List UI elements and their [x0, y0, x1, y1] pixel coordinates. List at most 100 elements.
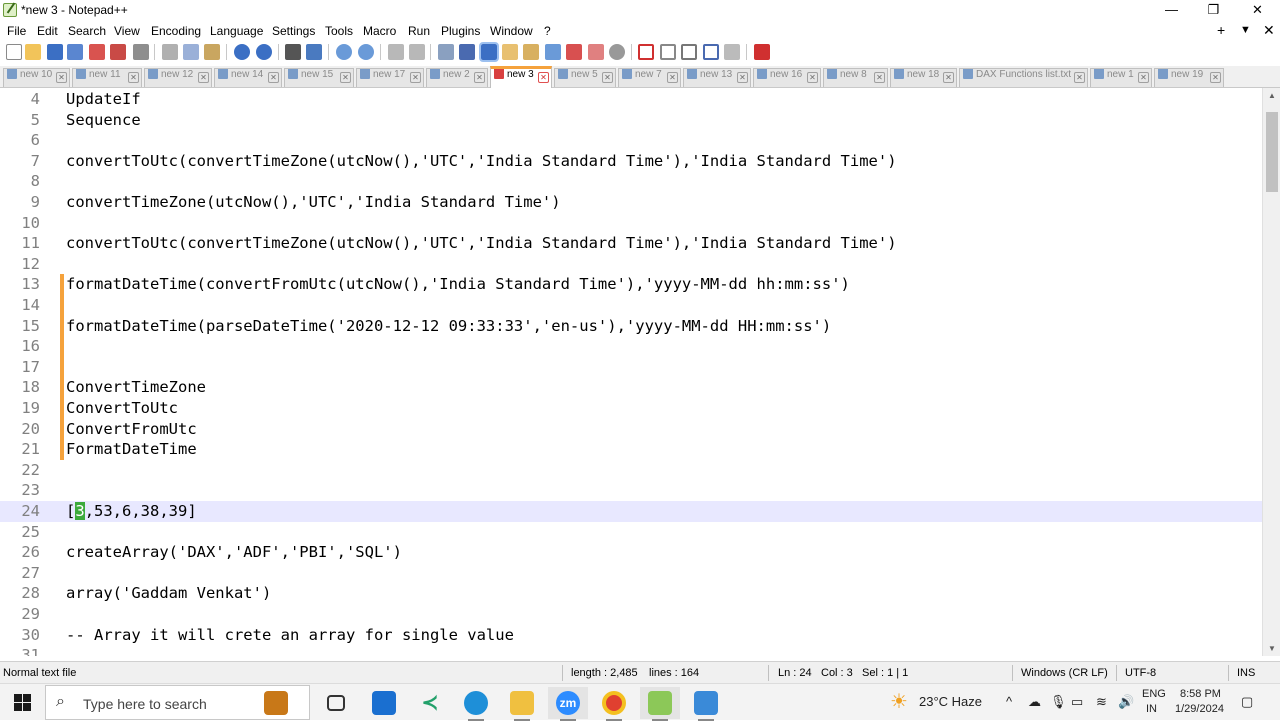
tab-new-2[interactable]: new 2 ✕ — [426, 68, 488, 87]
tab-close-icon[interactable]: ✕ — [538, 72, 549, 83]
cut-icon[interactable] — [162, 44, 178, 60]
line-text[interactable]: ConvertToUtc — [66, 398, 178, 419]
tab-close-icon[interactable]: ✕ — [340, 72, 351, 83]
line-text[interactable]: [3,53,6,38,39] — [66, 501, 197, 522]
editor-line[interactable]: 19 ConvertToUtc — [0, 398, 1262, 419]
tab-new-13[interactable]: new 13 ✕ — [683, 68, 751, 87]
tab-close-icon[interactable]: ✕ — [1210, 72, 1221, 83]
tab-close-icon[interactable]: ✕ — [1074, 72, 1085, 83]
tab-new-15[interactable]: new 15 ✕ — [284, 68, 354, 87]
line-text[interactable]: -- Array it will crete an array for sing… — [66, 625, 514, 646]
microphone-icon[interactable]: 🎙 — [1050, 694, 1067, 710]
tab-new-7[interactable]: new 7 ✕ — [618, 68, 681, 87]
menu-run[interactable]: Run — [408, 24, 430, 38]
line-text[interactable]: FormatDateTime — [66, 439, 197, 460]
menu-settings[interactable]: Settings — [272, 24, 315, 38]
scroll-down-icon[interactable]: ▼ — [1267, 644, 1277, 653]
line-text[interactable]: convertTimeZone(utcNow(),'UTC','India St… — [66, 192, 561, 213]
line-text[interactable]: convertToUtc(convertTimeZone(utcNow(),'U… — [66, 151, 897, 172]
tab-new-12[interactable]: new 12 ✕ — [144, 68, 212, 87]
menu-window[interactable]: Window — [490, 24, 533, 38]
task-view-icon[interactable] — [316, 687, 356, 719]
zoom-in-icon[interactable] — [336, 44, 352, 60]
run-macro-multiple-icon[interactable] — [703, 44, 719, 60]
stop-record-icon[interactable] — [660, 44, 676, 60]
editor-line[interactable]: 14 — [0, 295, 1262, 316]
open-file-icon[interactable] — [25, 44, 41, 60]
line-text[interactable]: UpdateIf — [66, 89, 141, 110]
close-button[interactable]: ✕ — [1236, 0, 1279, 21]
playback-icon[interactable] — [681, 44, 697, 60]
editor-line[interactable]: 26 createArray('DAX','ADF','PBI','SQL') — [0, 542, 1262, 563]
record-macro-icon[interactable] — [638, 44, 654, 60]
editor-line[interactable]: 6 — [0, 130, 1262, 151]
editor-line[interactable]: 25 — [0, 522, 1262, 543]
file-explorer-icon[interactable] — [502, 687, 542, 721]
start-button[interactable] — [14, 694, 31, 711]
sync-horizontal-icon[interactable] — [409, 44, 425, 60]
editor-line[interactable]: 10 — [0, 213, 1262, 234]
onedrive-icon[interactable]: ☁ — [1028, 694, 1041, 710]
editor-line[interactable]: 13 formatDateTime(convertFromUtc(utcNow()… — [0, 274, 1262, 295]
text-editor[interactable]: 4 UpdateIf 5 Sequence 6 7 convertToUtc(convert… — [0, 88, 1262, 656]
paste-icon[interactable] — [204, 44, 220, 60]
scroll-thumb[interactable] — [1266, 112, 1278, 192]
menu-file[interactable]: File — [7, 24, 26, 38]
menu-view[interactable]: View — [114, 24, 140, 38]
line-text[interactable]: createArray('DAX','ADF','PBI','SQL') — [66, 542, 402, 563]
tab-close-icon[interactable]: ✕ — [667, 72, 678, 83]
line-text[interactable]: Sequence — [66, 110, 141, 131]
restore-button[interactable]: ❐ — [1192, 0, 1235, 21]
find-icon[interactable] — [285, 44, 301, 60]
menu-help[interactable]: ? — [544, 24, 551, 38]
close-icon[interactable] — [89, 44, 105, 60]
weather-text[interactable]: 23°C Haze — [919, 694, 982, 709]
tab-new-17[interactable]: new 17 ✕ — [356, 68, 424, 87]
show-all-chars-icon[interactable] — [459, 44, 475, 60]
monitoring-icon[interactable] — [588, 44, 604, 60]
tab-new-10[interactable]: new 10 ✕ — [3, 68, 70, 87]
tab-close-icon[interactable]: ✕ — [268, 72, 279, 83]
new-tab-plus-icon[interactable]: + — [1217, 22, 1225, 38]
line-text[interactable]: array('Gaddam Venkat') — [66, 583, 271, 604]
editor-line[interactable]: 12 — [0, 254, 1262, 275]
line-text[interactable]: convertToUtc(convertTimeZone(utcNow(),'U… — [66, 233, 897, 254]
zoom-icon[interactable]: zm — [548, 687, 588, 721]
menu-edit[interactable]: Edit — [37, 24, 58, 38]
doc-map-icon[interactable] — [502, 44, 518, 60]
folder-workspace-icon[interactable] — [566, 44, 582, 60]
editor-line[interactable]: 5 Sequence — [0, 110, 1262, 131]
tab-dax-functions-list[interactable]: DAX Functions list.txt ✕ — [959, 68, 1088, 87]
editor-line[interactable]: 24 [3,53,6,38,39] — [0, 501, 1262, 522]
editor-line[interactable]: 17 — [0, 356, 1262, 378]
scroll-up-icon[interactable]: ▲ — [1267, 91, 1277, 100]
tab-new-8[interactable]: new 8 ✕ — [823, 68, 888, 87]
wifi-icon[interactable]: ≋ — [1096, 694, 1107, 710]
tab-close-icon[interactable]: ✕ — [807, 72, 818, 83]
network-icon[interactable]: ▭ — [1071, 694, 1083, 710]
editor-line[interactable]: 27 — [0, 563, 1262, 584]
redo-icon[interactable] — [256, 44, 272, 60]
menu-tools[interactable]: Tools — [325, 24, 353, 38]
new-file-icon[interactable] — [6, 44, 22, 60]
copy-icon[interactable] — [183, 44, 199, 60]
tab-close-icon[interactable]: ✕ — [943, 72, 954, 83]
mail-icon[interactable] — [364, 687, 404, 719]
save-macro-icon[interactable] — [724, 44, 740, 60]
tab-close-icon[interactable]: ✕ — [737, 72, 748, 83]
zoom-out-icon[interactable] — [358, 44, 374, 60]
weather-icon[interactable]: ☀ — [890, 689, 908, 714]
tab-close-icon[interactable]: ✕ — [1138, 72, 1149, 83]
line-text[interactable]: ConvertTimeZone — [66, 377, 206, 398]
replace-icon[interactable] — [306, 44, 322, 60]
line-text[interactable]: formatDateTime(parseDateTime('2020-12-12… — [66, 316, 831, 337]
editor-line[interactable]: 9 convertTimeZone(utcNow(),'UTC','India S… — [0, 192, 1262, 213]
save-icon[interactable] — [47, 44, 63, 60]
print-icon[interactable] — [133, 44, 149, 60]
menu-encoding[interactable]: Encoding — [151, 24, 201, 38]
undo-icon[interactable] — [234, 44, 250, 60]
tab-close-icon[interactable]: ✕ — [474, 72, 485, 83]
tray-chevron-icon[interactable]: ^ — [1006, 694, 1012, 709]
tab-list-dropdown-icon[interactable]: ▼ — [1240, 24, 1251, 36]
tab-close-icon[interactable]: ✕ — [602, 72, 613, 83]
